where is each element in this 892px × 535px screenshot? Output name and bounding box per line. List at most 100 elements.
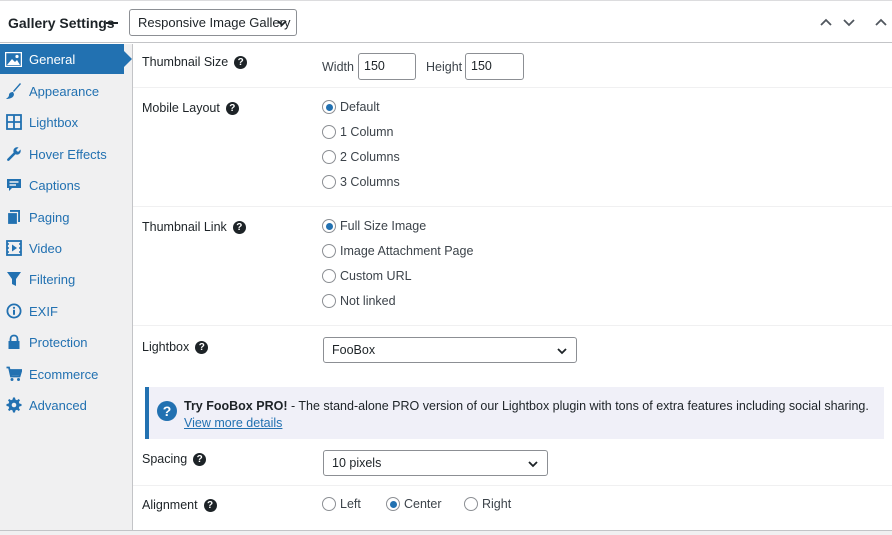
sidebar-item-appearance[interactable]: Appearance: [0, 76, 133, 106]
separator-dash: [106, 22, 118, 24]
radio-unchecked-icon: [322, 125, 336, 139]
thumbnail-size-text: Thumbnail Size: [142, 55, 229, 69]
radio-label: Left: [340, 497, 361, 511]
radio-label: Full Size Image: [340, 219, 427, 233]
mobile-layout-2-columns-radio[interactable]: 2 Columns: [322, 150, 400, 164]
sidebar-item-video[interactable]: Video: [0, 233, 133, 263]
sidebar-item-label: Lightbox: [29, 114, 79, 130]
sidebar-item-label: Hover Effects: [29, 146, 107, 162]
gear-icon: [5, 397, 22, 414]
video-icon: [5, 240, 22, 257]
sidebar-item-label: Captions: [29, 177, 81, 193]
help-icon[interactable]: ?: [225, 101, 239, 115]
sidebar-item-label: Filtering: [29, 271, 76, 287]
notice-title: Try FooBox PRO!: [184, 399, 288, 413]
radio-checked-icon: [322, 100, 336, 114]
radio-label: Custom URL: [340, 269, 412, 283]
sidebar-item-filtering[interactable]: Filtering: [0, 264, 133, 294]
chevron-down-icon: [557, 348, 567, 355]
thumbnail-link-full-size-radio[interactable]: Full Size Image: [322, 219, 426, 233]
mobile-layout-3-columns-radio[interactable]: 3 Columns: [322, 175, 400, 189]
grid-icon: [5, 114, 22, 131]
collapse-toggle-icon[interactable]: [871, 14, 887, 30]
image-icon: [5, 51, 22, 68]
sidebar-item-label: Appearance: [29, 83, 100, 99]
help-icon[interactable]: ?: [195, 340, 209, 354]
radio-unchecked-icon: [322, 294, 336, 308]
help-icon[interactable]: ?: [193, 452, 207, 466]
radio-label: Default: [340, 100, 380, 114]
alignment-center-radio[interactable]: Center: [386, 497, 442, 511]
move-down-icon[interactable]: [841, 14, 857, 30]
sidebar-item-paging[interactable]: Paging: [0, 202, 133, 232]
sidebar-item-protection[interactable]: Protection: [0, 327, 133, 357]
thumbnail-width-input[interactable]: 150: [358, 53, 416, 80]
thumbnail-link-not-linked-radio[interactable]: Not linked: [322, 294, 396, 308]
caption-icon: [5, 177, 22, 194]
radio-label: Not linked: [340, 294, 396, 308]
help-icon[interactable]: ?: [234, 55, 248, 69]
help-icon[interactable]: ?: [203, 498, 217, 512]
radio-checked-icon: [322, 219, 336, 233]
mobile-layout-1-column-radio[interactable]: 1 Column: [322, 125, 394, 139]
alignment-row: Alignment ? Left Center Right: [133, 486, 892, 530]
gallery-template-select[interactable]: Responsive Image Gallery: [129, 9, 297, 36]
sidebar-item-label: Ecommerce: [29, 366, 99, 382]
lightbox-select[interactable]: FooBox: [323, 337, 577, 363]
lock-icon: [5, 334, 22, 351]
spacing-value: 10 pixels: [332, 456, 382, 470]
thumbnail-link-custom-url-radio[interactable]: Custom URL: [322, 269, 412, 283]
sidebar-item-label: EXIF: [29, 303, 58, 319]
sidebar-item-label: Advanced: [29, 397, 87, 413]
view-more-details-link[interactable]: View more details: [184, 416, 282, 430]
radio-unchecked-icon: [322, 150, 336, 164]
mobile-layout-row: Mobile Layout ? Default 1 Column 2 Colum…: [133, 88, 892, 207]
notice-text: Try FooBox PRO! - The stand-alone PRO ve…: [184, 398, 884, 432]
thumbnail-size-row: Thumbnail Size ? Width 150 Height 150: [133, 44, 892, 88]
settings-sidebar: General Appearance Lightbox Hover Effect…: [0, 44, 133, 530]
sidebar-item-label: General: [29, 51, 76, 67]
info-icon: [5, 303, 22, 320]
help-icon[interactable]: ?: [232, 220, 246, 234]
sidebar-item-ecommerce[interactable]: Ecommerce: [0, 359, 133, 389]
chevron-down-icon: [528, 461, 538, 468]
chevron-down-icon: [277, 20, 287, 27]
sidebar-item-general[interactable]: General: [0, 44, 132, 74]
thumbnail-size-label: Thumbnail Size ?: [142, 55, 248, 69]
page-title: Gallery Settings: [8, 15, 115, 31]
mobile-layout-default-radio[interactable]: Default: [322, 100, 380, 114]
sidebar-item-captions[interactable]: Captions: [0, 170, 133, 200]
thumbnail-height-input[interactable]: 150: [465, 53, 524, 80]
spacing-row: Spacing ? 10 pixels: [133, 442, 892, 486]
thumbnail-link-attachment-radio[interactable]: Image Attachment Page: [322, 244, 473, 258]
foobox-pro-notice: ? Try FooBox PRO! - The stand-alone PRO …: [145, 387, 884, 439]
radio-label: Image Attachment Page: [340, 244, 474, 258]
sidebar-item-hover-effects[interactable]: Hover Effects: [0, 139, 133, 169]
spacing-label: Spacing ?: [142, 452, 207, 466]
sidebar-item-exif[interactable]: EXIF: [0, 296, 133, 326]
sidebar-item-lightbox[interactable]: Lightbox: [0, 107, 133, 137]
radio-label: Center: [404, 497, 442, 511]
sidebar-item-label: Paging: [29, 209, 70, 225]
cart-icon: [5, 366, 22, 383]
pages-icon: [5, 209, 22, 226]
spacing-select[interactable]: 10 pixels: [323, 450, 548, 476]
radio-label: 1 Column: [340, 125, 394, 139]
width-label: Width: [322, 60, 354, 74]
wrench-icon: [5, 146, 22, 163]
sidebar-item-advanced[interactable]: Advanced: [0, 390, 133, 420]
gallery-settings-header: Gallery Settings Responsive Image Galler…: [0, 0, 892, 43]
height-label: Height: [426, 60, 463, 74]
move-up-icon[interactable]: [818, 14, 834, 30]
alignment-right-radio[interactable]: Right: [464, 497, 511, 511]
alignment-left-radio[interactable]: Left: [322, 497, 361, 511]
gallery-template-value: Responsive Image Gallery: [138, 15, 291, 30]
radio-unchecked-icon: [322, 497, 336, 511]
radio-label: 3 Columns: [340, 175, 400, 189]
radio-checked-icon: [386, 497, 400, 511]
thumbnail-height-value: 150: [471, 59, 492, 73]
thumbnail-link-row: Thumbnail Link ? Full Size Image Image A…: [133, 207, 892, 326]
lightbox-value: FooBox: [332, 343, 376, 357]
lightbox-text: Lightbox: [142, 340, 190, 354]
radio-unchecked-icon: [322, 269, 336, 283]
